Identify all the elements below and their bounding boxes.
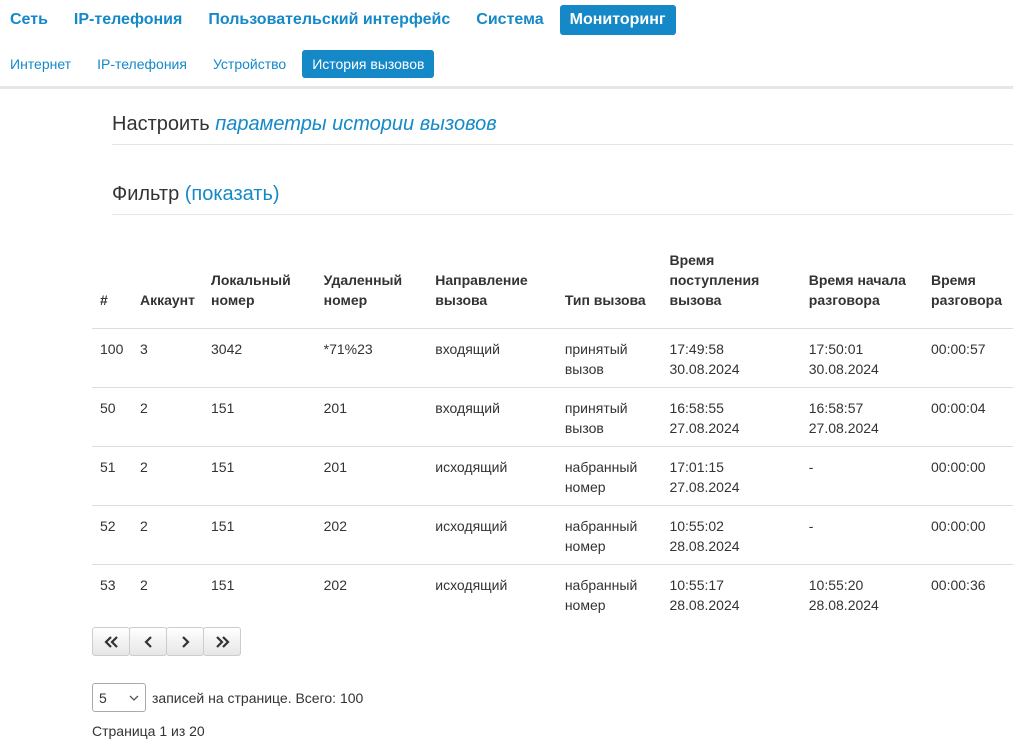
first-page-icon [103,635,118,648]
prev-page-button[interactable] [129,627,167,656]
call-history-table: # Аккаунт Локальный номер Удаленный номер На… [92,250,1013,623]
table-cell: 00:00:36 [931,577,986,593]
page-size-control: 5 записей на странице. Всего: 100 [92,683,363,712]
table-cell: 00:00:00 [923,505,1013,565]
table-cell: набранный номер [556,446,662,506]
table-cell: - [800,446,924,506]
table-cell: 100 [92,328,132,388]
top-nav-item[interactable]: Мониторинг [559,5,676,35]
column-header: Удаленный номер [315,250,428,329]
table-cell: 151 [203,505,316,565]
table-cell: 51 [92,446,132,506]
next-page-button[interactable] [166,627,204,656]
first-page-button[interactable] [92,627,130,656]
table-cell: набранный номер [564,577,638,613]
table-cell: 151 [203,446,316,506]
prev-page-icon [143,635,152,648]
table-cell: 2 [131,446,203,506]
configure-prefix: Настроить [112,113,210,135]
nav-divider [0,86,1013,89]
chevron-down-icon [129,695,139,701]
column-header: Время разговора [923,250,1013,329]
history-settings-link[interactable]: параметры истории вызовов [215,113,496,135]
table-row: 100 3 3042 *71%23 входящий принятый вызов 17:4… [92,328,1013,388]
table-cell: 151 [203,387,316,447]
sub-nav-item[interactable]: История вызовов [302,50,435,78]
table-header-row: # Аккаунт Локальный номер Удаленный номер На… [92,250,1013,329]
top-nav-item[interactable]: Пользовательский интерфейс [198,5,460,35]
sub-nav-item[interactable]: IP-телефония [87,50,197,78]
table-cell: принятый вызов [556,328,662,388]
top-nav-item[interactable]: Система [466,5,553,35]
table-cell: 17:01:15 27.08.2024 [661,446,801,506]
table-cell: 2 [131,505,203,565]
page-info: Страница 1 из 20 [92,723,205,739]
last-page-icon [215,635,230,648]
table-cell: 17:49:58 30.08.2024 [661,328,801,388]
table-cell: 10:55:02 28.08.2024 [661,505,801,565]
column-header: Время начала разговора [800,250,924,329]
table-cell: исходящий [427,446,557,506]
page-size-label: записей на странице. Всего: 100 [152,689,364,706]
table-cell: 201 [315,387,428,447]
table-cell: 202 [315,505,428,565]
top-nav: Сеть IP-телефония Пользовательский интерфе… [0,5,682,35]
next-page-icon [181,635,190,648]
top-nav-item[interactable]: IP-телефония [64,5,192,35]
table-cell: исходящий [427,505,557,565]
table-cell: 3 [131,328,203,388]
table-cell: принятый вызов [556,387,662,447]
column-header: Тип вызова [556,250,662,329]
column-header: Направление вызова [427,250,557,329]
column-header: Локальный номер [203,250,316,329]
table-cell: 3042 [203,328,316,388]
table-row: 51 2 151 201 исходящий набранный номер 17:01:1… [92,446,1013,506]
filter-header: Фильтр (показать) [112,183,1013,215]
column-header: Время поступления вызова [661,250,801,329]
page-size-value: 5 [99,689,107,706]
table-cell: 201 [315,446,428,506]
table-cell: 17:50:01 30.08.2024 [800,328,924,388]
table-cell: 2 [131,387,203,447]
table-cell: 53 [100,577,116,593]
sub-nav-item[interactable]: Интернет [0,50,81,78]
table-cell: 202 [323,577,347,593]
table-cell: 16:58:55 27.08.2024 [661,387,801,447]
table-cell: *71%23 [315,328,428,388]
table-cell: 2 [139,577,148,593]
table-cell: 16:58:57 27.08.2024 [800,387,924,447]
table-row: 52 2 151 202 исходящий набранный номер 10:55:0… [92,505,1013,565]
table-cell: набранный номер [556,505,662,565]
filter-prefix: Фильтр [112,183,180,205]
table-cell: 00:00:57 [923,328,1013,388]
top-nav-item[interactable]: Сеть [0,5,58,35]
table-cell: 10:55:17 28.08.2024 [669,577,740,613]
column-header: Аккаунт [131,250,203,329]
table-cell: исходящий [435,577,508,593]
table-cell: - [800,505,924,565]
last-page-button[interactable] [203,627,241,656]
configure-header: Настроить параметры истории вызовов [112,113,1013,145]
table-row: 53 2 151 202 исходящий набранный номер 10:55:1… [92,565,1013,624]
page-size-select[interactable]: 5 [92,683,146,712]
table-cell: 10:55:20 28.08.2024 [808,577,879,613]
table-cell: 151 [211,577,235,593]
table-cell: 00:00:04 [923,387,1013,447]
table-cell: 50 [92,387,132,447]
table-cell: входящий [427,387,557,447]
pagination [92,627,241,656]
filter-show-link[interactable]: (показать) [185,183,280,205]
column-header: # [92,250,132,329]
table-cell: входящий [427,328,557,388]
table-cell: 00:00:00 [923,446,1013,506]
table-row: 50 2 151 201 входящий принятый вызов 16:58:55 … [92,387,1013,447]
sub-nav-item[interactable]: Устройство [203,50,296,78]
table-cell: 52 [92,505,132,565]
sub-nav: Интернет IP-телефония Устройство История вы… [0,50,440,78]
